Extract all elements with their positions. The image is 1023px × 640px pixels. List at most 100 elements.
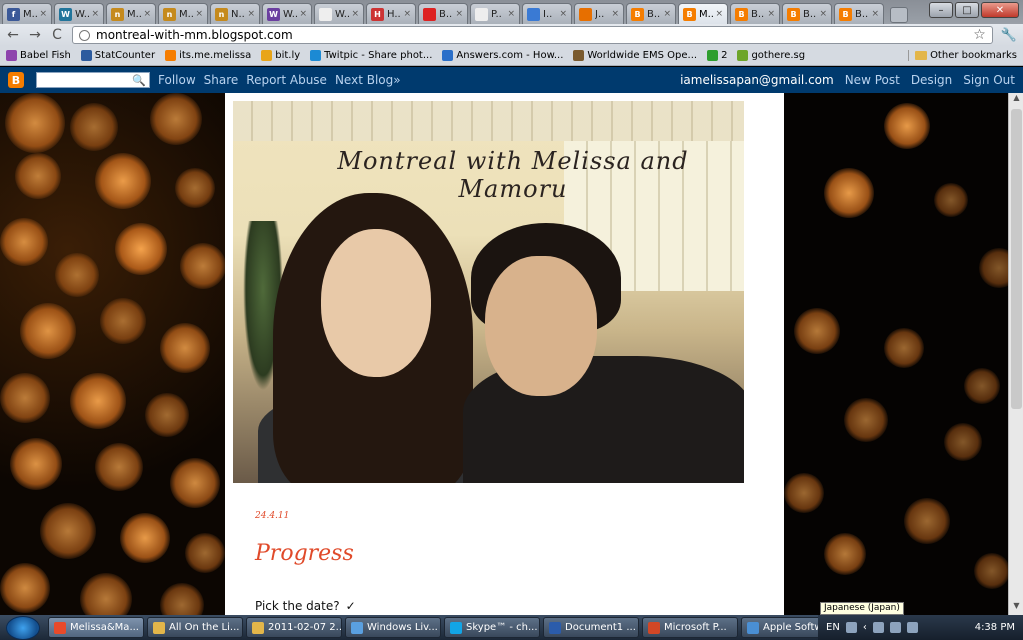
browser-tab[interactable]: B B.. ×: [626, 3, 676, 24]
tab-close-icon[interactable]: ×: [299, 9, 307, 19]
browser-tab[interactable]: n M.. ×: [158, 3, 208, 24]
browser-tab[interactable]: B B.. ×: [782, 3, 832, 24]
report-abuse-link[interactable]: Report Abuse: [246, 73, 327, 87]
scroll-up-icon[interactable]: ▲: [1009, 93, 1023, 107]
page-icon: [319, 7, 332, 21]
blogger-logo-icon[interactable]: B: [8, 72, 24, 88]
browser-tab[interactable]: W W.. ×: [262, 3, 312, 24]
sign-out-link[interactable]: Sign Out: [963, 73, 1015, 87]
tab-close-icon[interactable]: ×: [143, 9, 151, 19]
star-icon[interactable]: ☆: [973, 27, 986, 43]
browser-tab[interactable]: B.. ×: [418, 3, 468, 24]
tab-close-icon[interactable]: ×: [91, 9, 99, 19]
browser-tab[interactable]: P.. ×: [470, 3, 520, 24]
taskbar: Melissa&Ma... All On the Li... 2011-02-07 …: [0, 615, 1023, 640]
taskbar-button[interactable]: Microsoft P...: [642, 617, 738, 638]
bookmark-item[interactable]: Worldwide EMS Ope...: [573, 50, 697, 61]
mail-icon[interactable]: [889, 622, 901, 633]
bookmark-item[interactable]: Babel Fish: [6, 50, 71, 61]
blog-title[interactable]: Montreal with Melissa and Mamoru: [293, 147, 733, 203]
new-post-link[interactable]: New Post: [845, 73, 900, 87]
bookmark-item[interactable]: gothere.sg: [737, 50, 805, 61]
tab-close-icon[interactable]: ×: [663, 9, 671, 19]
bookmark-item[interactable]: StatCounter: [80, 50, 156, 61]
browser-tab[interactable]: B B.. ×: [834, 3, 884, 24]
globe-icon: [79, 29, 90, 41]
other-bookmarks[interactable]: Other bookmarks: [908, 50, 1017, 61]
scroll-down-icon[interactable]: ▼: [1009, 601, 1023, 615]
blog-search-input[interactable]: 🔍: [36, 72, 150, 88]
taskbar-button[interactable]: All On the Li...: [147, 617, 243, 638]
bokeh-light: [160, 583, 204, 615]
tab-close-icon[interactable]: ×: [351, 9, 359, 19]
tab-close-icon[interactable]: ×: [403, 9, 411, 19]
back-icon[interactable]: ←: [6, 27, 20, 43]
wrench-icon[interactable]: 🔧: [1001, 28, 1017, 43]
tab-close-icon[interactable]: ×: [455, 9, 463, 19]
browser-tab[interactable]: W.. ×: [314, 3, 364, 24]
tab-close-icon[interactable]: ×: [507, 9, 515, 19]
tab-label: W..: [335, 8, 350, 20]
maximize-icon[interactable]: □: [955, 2, 979, 18]
tab-label: J..: [595, 8, 605, 20]
browser-tab[interactable]: B M.. ×: [678, 3, 728, 24]
page-scrollbar[interactable]: ▲ ▼: [1008, 93, 1023, 615]
tab-close-icon[interactable]: ×: [195, 9, 203, 19]
bokeh-light: [884, 328, 924, 368]
bookmark-item[interactable]: Twitpic - Share phot...: [310, 50, 432, 61]
browser-tab[interactable]: n N.. ×: [210, 3, 260, 24]
tab-close-icon[interactable]: ×: [39, 9, 47, 19]
tab-close-icon[interactable]: ×: [819, 9, 827, 19]
design-link[interactable]: Design: [911, 73, 952, 87]
minimize-icon[interactable]: –: [929, 2, 953, 18]
taskbar-button[interactable]: Melissa&Ma...: [48, 617, 144, 638]
search-icon[interactable]: 🔍: [132, 74, 146, 87]
volume-icon[interactable]: [906, 622, 918, 633]
browser-tab[interactable]: f M.. ×: [2, 3, 52, 24]
tab-close-icon[interactable]: ×: [611, 9, 619, 19]
taskbar-button[interactable]: Document1 ...: [543, 617, 639, 638]
taskbar-button[interactable]: 2011-02-07 2...: [246, 617, 342, 638]
network-icon[interactable]: [872, 622, 884, 633]
bookmark-item[interactable]: its.me.melissa: [165, 50, 251, 61]
follow-link[interactable]: Follow: [158, 73, 196, 87]
forward-icon[interactable]: →: [28, 27, 42, 43]
app-icon: [549, 621, 561, 634]
tab-close-icon[interactable]: ×: [767, 9, 775, 19]
share-link[interactable]: Share: [204, 73, 239, 87]
address-bar[interactable]: montreal-with-mm.blogspot.com ☆: [72, 26, 993, 44]
bookmark-item[interactable]: 2: [707, 50, 727, 61]
post-title[interactable]: Progress: [255, 541, 354, 566]
next-blog-link[interactable]: Next Blog»: [335, 73, 401, 87]
bokeh-light: [80, 573, 132, 615]
reload-icon[interactable]: C: [50, 27, 64, 43]
tab-close-icon[interactable]: ×: [871, 9, 879, 19]
bookmark-item[interactable]: bit.ly: [261, 50, 300, 61]
start-button[interactable]: [6, 616, 40, 640]
scrollbar-thumb[interactable]: [1011, 109, 1022, 409]
browser-tab[interactable]: n M.. ×: [106, 3, 156, 24]
close-icon[interactable]: ✕: [981, 2, 1019, 18]
tab-label: B..: [751, 8, 765, 20]
taskbar-button[interactable]: Skype™ - ch...: [444, 617, 540, 638]
tab-close-icon[interactable]: ×: [559, 9, 567, 19]
blogger-icon: B: [683, 7, 696, 21]
tab-close-icon[interactable]: ×: [715, 9, 723, 19]
new-tab-button[interactable]: [890, 7, 908, 23]
browser-tab[interactable]: B B.. ×: [730, 3, 780, 24]
browser-tab[interactable]: H H.. ×: [366, 3, 416, 24]
tab-close-icon[interactable]: ×: [247, 9, 255, 19]
bokeh-light: [934, 183, 968, 217]
clock[interactable]: 4:38 PM: [975, 622, 1015, 633]
other-bookmarks-label: Other bookmarks: [930, 50, 1017, 61]
browser-tab[interactable]: J.. ×: [574, 3, 624, 24]
bookmark-label: StatCounter: [94, 50, 156, 61]
taskbar-button[interactable]: Windows Liv...: [345, 617, 441, 638]
browser-tab[interactable]: I.. ×: [522, 3, 572, 24]
tray-expand-icon[interactable]: ‹: [863, 622, 867, 633]
language-indicator[interactable]: EN: [826, 622, 840, 633]
bookmark-item[interactable]: Answers.com - How...: [442, 50, 563, 61]
browser-tab[interactable]: W W.. ×: [54, 3, 104, 24]
keyboard-icon[interactable]: [845, 622, 857, 633]
post-body: Pick the date? ✓: [255, 599, 356, 613]
